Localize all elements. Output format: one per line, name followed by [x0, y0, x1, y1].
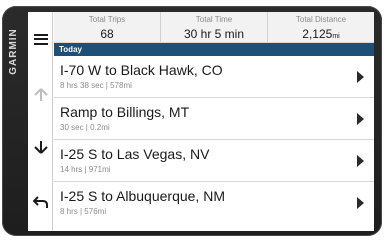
trip-title: I-70 W to Black Hawk, CO	[60, 62, 223, 78]
stat-number: 68	[100, 27, 114, 41]
stat-total-distance: Total Distance 2,125mi	[267, 12, 374, 42]
stat-value: 68	[54, 26, 160, 42]
menu-button[interactable]	[28, 24, 53, 54]
trip-row[interactable]: I-25 S to Albuquerque, NM 8 hrs | 576mi	[54, 182, 374, 224]
stat-total-time: Total Time 30 hr 5 min	[160, 12, 267, 42]
chevron-right-icon	[357, 155, 364, 167]
trip-list: I-70 W to Black Hawk, CO 8 hrs 38 sec | …	[54, 56, 374, 231]
stat-number: 2,125	[302, 27, 333, 41]
stat-unit: mi	[332, 33, 340, 40]
chevron-right-icon	[357, 71, 364, 83]
stat-label: Total Trips	[88, 15, 126, 24]
stat-label: Total Distance	[295, 15, 347, 24]
brand-text: GARMIN	[7, 28, 19, 75]
stat-label: Total Time	[195, 15, 233, 24]
scroll-up-button[interactable]	[28, 80, 53, 110]
back-icon	[32, 196, 48, 208]
trip-detail: 30 sec | 0.2mi	[60, 123, 110, 132]
arrow-down-icon	[33, 141, 48, 154]
trip-detail: 8 hrs | 576mi	[60, 207, 107, 216]
stat-total-trips: Total Trips 68	[54, 12, 160, 42]
trip-title: I-25 S to Las Vegas, NV	[60, 146, 210, 162]
stat-number: 30 hr 5 min	[183, 27, 245, 41]
chevron-right-icon	[357, 197, 364, 209]
device: GARMIN Total Trips 68 Total Time 30 hr 5…	[0, 0, 384, 240]
trip-title: Ramp to Billings, MT	[60, 104, 190, 120]
trip-row[interactable]: I-25 S to Las Vegas, NV 14 hrs | 971mi	[54, 140, 374, 182]
brand-logo: GARMIN	[2, 20, 24, 220]
section-header-today: Today	[54, 43, 374, 56]
stat-value: 30 hr 5 min	[161, 26, 267, 42]
trip-row[interactable]: I-70 W to Black Hawk, CO 8 hrs 38 sec | …	[54, 56, 374, 98]
trip-title: I-25 S to Albuquerque, NM	[60, 188, 225, 204]
back-button[interactable]	[28, 187, 53, 217]
trip-row[interactable]: Ramp to Billings, MT 30 sec | 0.2mi	[54, 98, 374, 140]
trip-detail: 14 hrs | 971mi	[60, 165, 111, 174]
trip-stats-header: Total Trips 68 Total Time 30 hr 5 min To…	[54, 12, 374, 43]
menu-icon	[33, 33, 48, 45]
left-rail	[28, 12, 53, 231]
scroll-down-button[interactable]	[28, 132, 53, 162]
arrow-up-icon	[33, 88, 48, 101]
screen: Total Trips 68 Total Time 30 hr 5 min To…	[28, 12, 374, 231]
chevron-right-icon	[357, 113, 364, 125]
trip-detail: 8 hrs 38 sec | 578mi	[60, 81, 132, 90]
